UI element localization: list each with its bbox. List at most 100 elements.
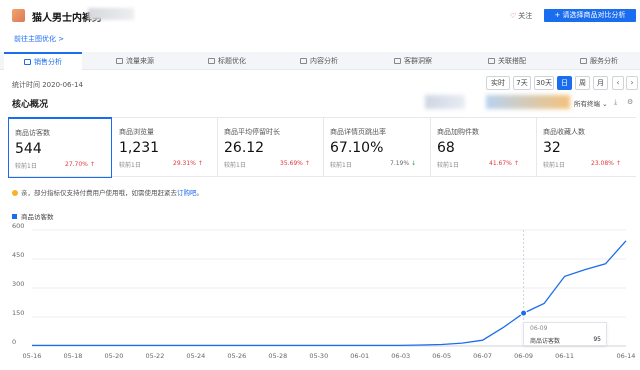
range-week-button[interactable]: 周	[575, 76, 590, 90]
metric-label: 商品详情页跳出率	[330, 128, 386, 136]
metric-card-add-to-cart[interactable]: 商品加购件数 68 较前1日 41.67% ↑	[431, 118, 537, 176]
metric-label: 商品访客数	[15, 129, 50, 137]
x-tick-label: 05-26	[227, 352, 246, 360]
metric-change: 41.67% ↑	[489, 160, 519, 167]
tab-sales-analysis[interactable]: 销售分析	[4, 52, 82, 70]
visitors-line-chart[interactable]: 0 150 300 450 600 05-16 05-18 05-20 05-22 05-24 05…	[0, 220, 640, 370]
metric-compare-label: 较前1日	[330, 162, 352, 169]
data-point-highlight[interactable]	[520, 309, 528, 317]
metric-card-avg-stay[interactable]: 商品平均停留时长 26.12 较前1日 35.69% ↑	[218, 118, 324, 176]
blurred-area	[486, 95, 570, 109]
metric-change: 7.19% ↓	[390, 160, 416, 167]
x-tick-label: 05-20	[104, 352, 123, 360]
paid-feature-notice: 亲，部分指标仅支持付费用户使用哦，如需使用赶紧去订购吧。	[12, 187, 203, 197]
x-tick-label: 06-01	[350, 352, 369, 360]
y-tick-label: 0	[12, 338, 16, 346]
metric-card-pageviews[interactable]: 商品浏览量 1,231 较前1日 29.31% ↑	[113, 118, 218, 176]
tab-related-match[interactable]: 关联搭配	[488, 52, 526, 70]
metric-card-favorites[interactable]: 商品收藏人数 32 较前1日 23.08% ↑	[537, 118, 636, 176]
metric-label: 商品平均停留时长	[224, 128, 280, 136]
metric-change-value: 29.31%	[173, 160, 196, 167]
stat-time: 统计时间 2020-06-14	[12, 81, 83, 89]
metric-compare-label: 较前1日	[15, 163, 37, 170]
range-30d-button[interactable]: 30天	[534, 76, 554, 90]
info-icon	[12, 190, 18, 196]
range-day-button[interactable]: 日	[557, 76, 572, 90]
tab-label: 关联搭配	[498, 57, 526, 65]
analysis-tabs: 销售分析 流量来源 标题优化 内容分析 客群洞察 关联搭配 服务分析	[0, 52, 640, 70]
metric-value: 1,231	[119, 140, 160, 156]
subscribe-link[interactable]: 订购吧	[177, 189, 197, 197]
tooltip-series-name: 商品访客数	[530, 338, 561, 345]
range-month-button[interactable]: 月	[593, 76, 608, 90]
x-tick-label: 06-03	[391, 352, 410, 360]
tab-label: 服务分析	[590, 57, 618, 65]
notice-text: 亲，部分指标仅支持付费用户使用哦，如需使用赶紧去	[21, 189, 177, 197]
breadcrumb-link[interactable]: 前往主图优化 >	[14, 34, 64, 44]
metric-value: 68	[437, 140, 455, 156]
y-tick-label: 150	[12, 309, 24, 317]
metric-card-bounce-rate[interactable]: 商品详情页跳出率 67.10% 较前1日 7.19% ↓	[324, 118, 431, 176]
download-icon[interactable]: ⤓	[614, 98, 617, 107]
heart-icon: ♡	[510, 12, 517, 20]
arrow-up-icon: ↑	[513, 160, 519, 167]
trend-icon	[116, 58, 123, 64]
chart-icon	[24, 59, 31, 65]
tooltip-value: 95	[593, 336, 601, 343]
range-realtime-button[interactable]: 实时	[486, 76, 510, 90]
arrow-up-icon: ↑	[89, 161, 95, 168]
x-tick-label: 05-24	[186, 352, 205, 360]
y-tick-label: 600	[12, 222, 24, 230]
metric-change-value: 23.08%	[591, 160, 614, 167]
follow-label: 关注	[518, 12, 533, 20]
chart-tooltip: 06-09 商品访客数 95	[523, 322, 607, 346]
y-tick-label: 300	[12, 280, 24, 288]
metric-change-value: 27.70%	[65, 161, 88, 168]
settings-icon[interactable]: ⚙	[627, 98, 633, 106]
terminal-select[interactable]: 所有终端 ⌄	[574, 98, 608, 108]
chevron-right-icon[interactable]: ›	[626, 76, 638, 90]
tab-audience-insight[interactable]: 客群洞察	[394, 52, 432, 70]
metric-card-visitors[interactable]: 商品访客数 544 较前1日 27.70% ↑	[8, 117, 112, 178]
metric-change-value: 7.19%	[390, 160, 410, 167]
chevron-left-icon[interactable]: ‹	[612, 76, 624, 90]
metric-value: 544	[15, 141, 42, 157]
metric-compare-label: 较前1日	[437, 162, 459, 169]
follow-button[interactable]: ♡ 关注	[510, 11, 532, 21]
tab-label: 流量来源	[126, 57, 154, 65]
link-icon	[488, 58, 495, 64]
tooltip-date: 06-09	[530, 325, 548, 332]
metric-change-value: 41.67%	[489, 160, 512, 167]
tab-service-analysis[interactable]: 服务分析	[580, 52, 618, 70]
metric-compare-label: 较前1日	[224, 162, 246, 169]
edit-icon	[208, 58, 215, 64]
service-icon	[580, 58, 587, 64]
metric-label: 商品浏览量	[119, 128, 154, 136]
metric-label: 商品加购件数	[437, 128, 479, 136]
metric-cards: 商品访客数 544 较前1日 27.70% ↑ 商品浏览量 1,231 较前1日…	[8, 117, 636, 178]
metric-change-value: 35.69%	[280, 160, 303, 167]
section-title: 核心概况	[12, 100, 49, 110]
compare-products-button[interactable]: + 请选择商品对比分析	[544, 9, 636, 22]
x-tick-label: 05-22	[145, 352, 164, 360]
tab-content-analysis[interactable]: 内容分析	[300, 52, 338, 70]
x-tick-label: 06-07	[473, 352, 492, 360]
arrow-down-icon: ↓	[410, 160, 417, 167]
tab-traffic-source[interactable]: 流量来源	[116, 52, 154, 70]
metric-value: 26.12	[224, 140, 265, 156]
x-tick-label: 06-11	[555, 352, 574, 360]
tab-title-optimization[interactable]: 标题优化	[208, 52, 246, 70]
blurred-title-area	[88, 8, 134, 20]
tab-label: 标题优化	[218, 57, 246, 65]
range-7d-button[interactable]: 7天	[513, 76, 531, 90]
x-tick-label: 05-16	[23, 352, 42, 360]
tab-label: 销售分析	[34, 58, 62, 66]
tab-label: 客群洞察	[404, 57, 432, 65]
metric-change: 23.08% ↑	[591, 160, 621, 167]
arrow-up-icon: ↑	[304, 160, 310, 167]
x-tick-label: 05-30	[309, 352, 328, 360]
metric-value: 67.10%	[330, 140, 384, 156]
blurred-area	[425, 95, 465, 109]
metric-change: 29.31% ↑	[173, 160, 203, 167]
arrow-up-icon: ↑	[197, 160, 203, 167]
